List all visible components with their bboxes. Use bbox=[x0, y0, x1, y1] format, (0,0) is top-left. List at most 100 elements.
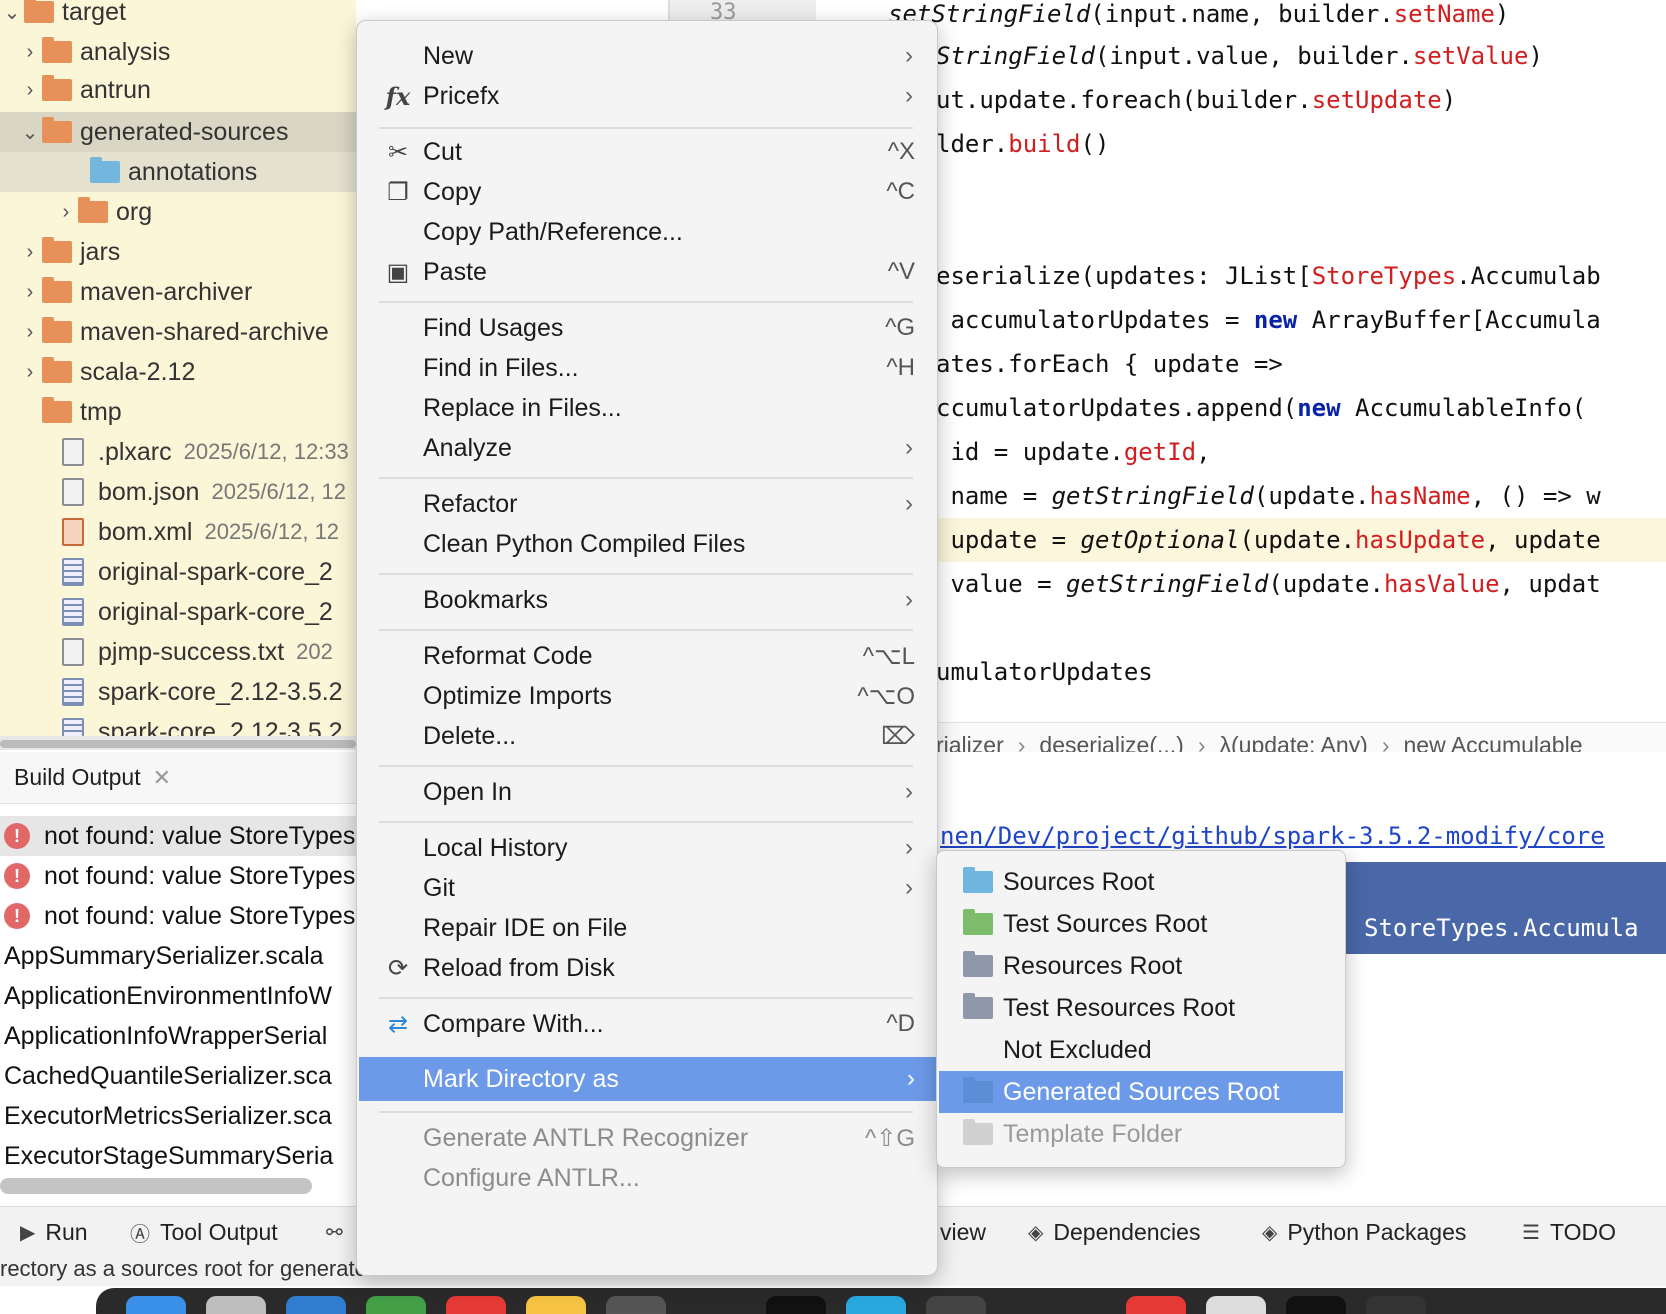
tool-output-button[interactable]: Ⓐ Tool Output bbox=[130, 1207, 278, 1257]
submenu-item-sources-root[interactable]: Sources Root bbox=[939, 861, 1343, 903]
tree-item-generated-sources[interactable]: ⌄ generated-sources bbox=[0, 112, 356, 152]
dock-app-icon[interactable] bbox=[286, 1296, 346, 1314]
tree-scrollbar-thumb[interactable] bbox=[0, 740, 356, 748]
view-button[interactable]: view bbox=[940, 1207, 986, 1257]
tree-item-org[interactable]: › org bbox=[0, 192, 356, 232]
tree-item-antrun[interactable]: › antrun bbox=[0, 70, 356, 110]
menu-item-local-history[interactable]: Local History › bbox=[359, 827, 935, 869]
todo-button[interactable]: ☰ TODO bbox=[1522, 1207, 1616, 1257]
dock-app-icon[interactable] bbox=[206, 1296, 266, 1314]
menu-item-find-in-files[interactable]: Find in Files... ^H bbox=[359, 347, 935, 389]
build-file-row[interactable]: AppSummarySerializer.scala bbox=[0, 936, 360, 976]
code-line[interactable]: ates.forEach { update => bbox=[936, 350, 1283, 378]
build-error-row[interactable]: ! not found: value StoreTypes bbox=[0, 856, 360, 896]
menu-item-configure-antlr[interactable]: Configure ANTLR... bbox=[359, 1157, 935, 1199]
structure-button[interactable]: ⚯ bbox=[326, 1207, 353, 1257]
build-file-row[interactable]: ExecutorStageSummarySeria bbox=[0, 1136, 360, 1176]
tree-item-spark-core-jar-2[interactable]: spark-core_2.12-3.5.2 bbox=[0, 712, 356, 736]
tree-item-original-jar-1[interactable]: original-spark-core_2 bbox=[0, 552, 356, 592]
build-error-row[interactable]: ! not found: value StoreTypes bbox=[0, 896, 360, 936]
tree-item-spark-core-jar-1[interactable]: spark-core_2.12-3.5.2 bbox=[0, 672, 356, 712]
submenu-item-test-resources-root[interactable]: Test Resources Root bbox=[939, 987, 1343, 1029]
menu-item-replace-in-files[interactable]: Replace in Files... bbox=[359, 387, 935, 429]
file-path-link[interactable]: nen/Dev/project/github/spark-3.5.2-modif… bbox=[940, 822, 1605, 850]
close-icon[interactable]: ✕ bbox=[153, 765, 171, 791]
code-editor[interactable]: setStringField(input.name, builder.setNa… bbox=[816, 0, 1666, 720]
code-line[interactable]: StringField(input.value, builder.setValu… bbox=[936, 42, 1543, 70]
build-file-row[interactable]: ExecutorMetricsSerializer.sca bbox=[0, 1096, 360, 1136]
code-line[interactable]: umulatorUpdates bbox=[936, 658, 1153, 686]
code-line[interactable]: ccumulatorUpdates.append(new Accumulable… bbox=[936, 394, 1586, 422]
tab-build-output[interactable]: Build Output ✕ bbox=[0, 752, 360, 804]
menu-item-reformat-code[interactable]: Reformat Code ^⌥L bbox=[359, 635, 935, 677]
menu-item-generate-antlr[interactable]: Generate ANTLR Recognizer ^⇧G bbox=[359, 1117, 935, 1159]
code-line[interactable]: id = update.getId, bbox=[936, 438, 1210, 466]
menu-item-paste[interactable]: ▣ Paste ^V bbox=[359, 251, 935, 293]
menu-item-clean-python[interactable]: Clean Python Compiled Files bbox=[359, 523, 935, 565]
chevron-right-icon[interactable]: › bbox=[18, 79, 42, 102]
tree-item-bom-json[interactable]: bom.json 2025/6/12, 12 bbox=[0, 472, 356, 512]
menu-item-delete[interactable]: Delete... ⌦ bbox=[359, 715, 935, 757]
menu-item-git[interactable]: Git › bbox=[359, 867, 935, 909]
menu-item-find-usages[interactable]: Find Usages ^G bbox=[359, 307, 935, 349]
menu-item-bookmarks[interactable]: Bookmarks › bbox=[359, 579, 935, 621]
build-file-row[interactable]: CachedQuantileSerializer.sca bbox=[0, 1056, 360, 1096]
menu-item-refactor[interactable]: Refactor › bbox=[359, 483, 935, 525]
menu-item-analyze[interactable]: Analyze › bbox=[359, 427, 935, 469]
chevron-right-icon[interactable]: › bbox=[18, 361, 42, 384]
code-line[interactable]: ut.update.foreach(builder.setUpdate) bbox=[936, 86, 1456, 114]
tree-item-pjmp-success[interactable]: pjmp-success.txt 202 bbox=[0, 632, 356, 672]
dock-app-icon[interactable] bbox=[1126, 1296, 1186, 1314]
menu-item-pricefx[interactable]: fx Pricefx › bbox=[359, 75, 935, 117]
chevron-right-icon[interactable]: › bbox=[18, 41, 42, 64]
menu-item-new[interactable]: New › bbox=[359, 35, 935, 77]
menu-item-compare-with[interactable]: ⇄ Compare With... ^D bbox=[359, 1003, 935, 1045]
tree-item-plxarc[interactable]: .plxarc 2025/6/12, 12:33 bbox=[0, 432, 356, 472]
build-error-row[interactable]: ! not found: value StoreTypes bbox=[0, 816, 360, 856]
menu-item-cut[interactable]: ✂ Cut ^X bbox=[359, 131, 935, 173]
submenu-item-template-folder[interactable]: Template Folder bbox=[939, 1113, 1343, 1155]
run-button[interactable]: ▶ Run bbox=[20, 1207, 88, 1257]
dock-app-icon[interactable] bbox=[446, 1296, 506, 1314]
dock-app-icon[interactable] bbox=[126, 1296, 186, 1314]
build-file-row[interactable]: ApplicationEnvironmentInfoW bbox=[0, 976, 360, 1016]
submenu-item-generated-sources-root[interactable]: Generated Sources Root bbox=[939, 1071, 1343, 1113]
dock-app-icon[interactable] bbox=[766, 1296, 826, 1314]
dock-app-icon[interactable] bbox=[526, 1296, 586, 1314]
code-line[interactable]: accumulatorUpdates = new ArrayBuffer[Acc… bbox=[936, 306, 1600, 334]
tree-item-annotations[interactable]: annotations bbox=[0, 152, 356, 192]
tree-item-analysis[interactable]: › analysis bbox=[0, 32, 356, 72]
tree-item-bom-xml[interactable]: bom.xml 2025/6/12, 12 bbox=[0, 512, 356, 552]
tree-item-tmp[interactable]: tmp bbox=[0, 392, 356, 432]
dependencies-button[interactable]: ◈ Dependencies bbox=[1028, 1207, 1200, 1257]
submenu-item-not-excluded[interactable]: Not Excluded bbox=[939, 1029, 1343, 1071]
dock-app-icon[interactable] bbox=[1206, 1296, 1266, 1314]
code-line[interactable]: eserialize(updates: JList[StoreTypes.Acc… bbox=[936, 262, 1601, 290]
tree-item-jars[interactable]: › jars bbox=[0, 232, 356, 272]
submenu-item-resources-root[interactable]: Resources Root bbox=[939, 945, 1343, 987]
dock-app-icon[interactable] bbox=[846, 1296, 906, 1314]
code-line[interactable]: update = getOptional(update.hasUpdate, u… bbox=[936, 526, 1600, 554]
tree-item-scala[interactable]: › scala-2.12 bbox=[0, 352, 356, 392]
menu-item-copy-path[interactable]: Copy Path/Reference... bbox=[359, 211, 935, 253]
build-scrollbar-thumb[interactable] bbox=[0, 1178, 312, 1194]
menu-item-repair-ide[interactable]: Repair IDE on File bbox=[359, 907, 935, 949]
tree-item-maven-archiver[interactable]: › maven-archiver bbox=[0, 272, 356, 312]
chevron-right-icon[interactable]: › bbox=[54, 201, 78, 224]
submenu-item-test-sources-root[interactable]: Test Sources Root bbox=[939, 903, 1343, 945]
code-line[interactable]: setStringField(input.name, builder.setNa… bbox=[888, 0, 1509, 28]
tree-item-target[interactable]: ⌄ target bbox=[0, 0, 356, 32]
dock-app-icon[interactable] bbox=[1366, 1296, 1426, 1314]
chevron-right-icon[interactable]: › bbox=[18, 241, 42, 264]
menu-item-reload-from-disk[interactable]: ⟳ Reload from Disk bbox=[359, 947, 935, 989]
menu-item-mark-directory-as[interactable]: Mark Directory as › bbox=[359, 1057, 937, 1101]
code-line[interactable]: name = getStringField(update.hasName, ()… bbox=[936, 482, 1600, 510]
dock-app-icon[interactable] bbox=[926, 1296, 986, 1314]
chevron-right-icon[interactable]: › bbox=[18, 281, 42, 304]
chevron-right-icon[interactable]: › bbox=[18, 321, 42, 344]
python-packages-button[interactable]: ◈ Python Packages bbox=[1262, 1207, 1466, 1257]
chevron-down-icon[interactable]: ⌄ bbox=[0, 0, 24, 25]
build-file-row[interactable]: ApplicationInfoWrapperSerial bbox=[0, 1016, 360, 1056]
menu-item-optimize-imports[interactable]: Optimize Imports ^⌥O bbox=[359, 675, 935, 717]
tree-item-maven-shared-archive[interactable]: › maven-shared-archive bbox=[0, 312, 356, 352]
